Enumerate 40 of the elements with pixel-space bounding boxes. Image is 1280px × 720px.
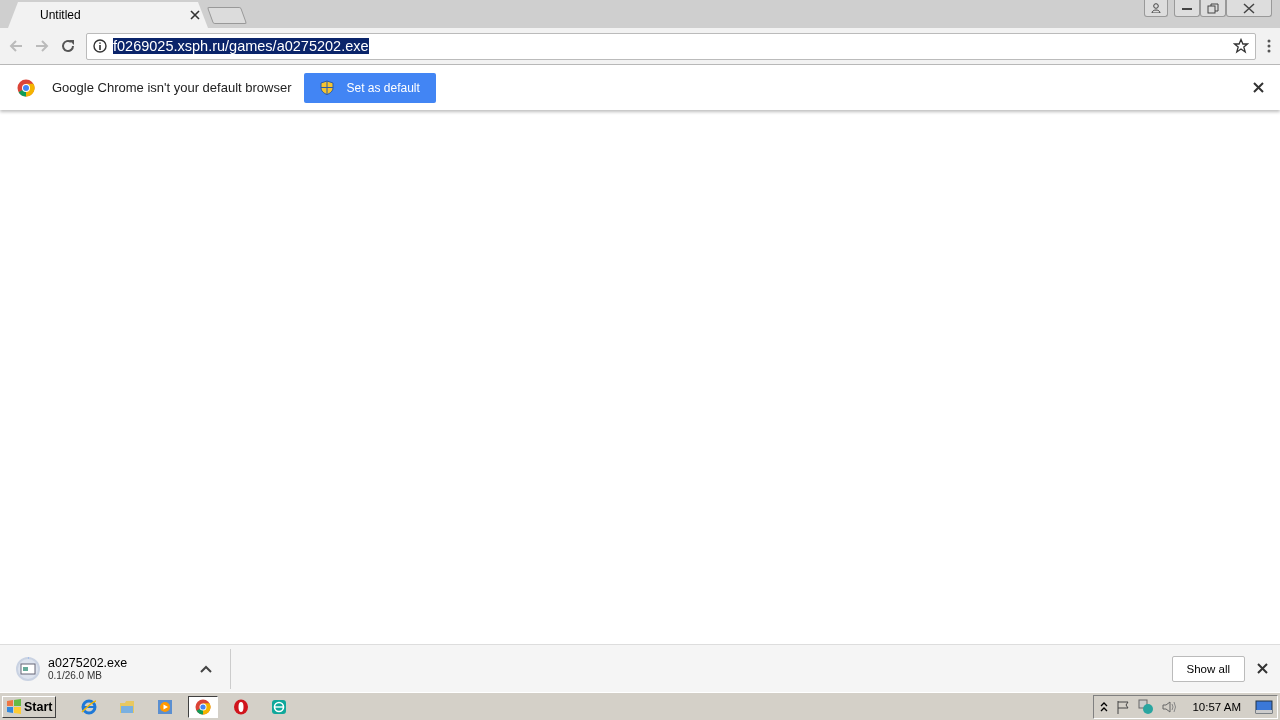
url-text: f0269025.xsph.ru/games/a0275202.exe xyxy=(113,38,369,54)
person-icon xyxy=(1151,3,1161,13)
file-icon xyxy=(16,656,40,681)
close-icon[interactable] xyxy=(190,10,200,20)
clock[interactable]: 10:57 AM xyxy=(1192,700,1241,713)
media-player-icon xyxy=(157,698,174,715)
ie-icon xyxy=(81,698,98,715)
close-icon[interactable] xyxy=(1257,663,1268,674)
chevron-up-icon[interactable] xyxy=(200,664,212,673)
windows-logo-icon xyxy=(6,698,22,715)
desktop-icon[interactable] xyxy=(1255,699,1273,714)
infobar-message: Google Chrome isn't your default browser xyxy=(52,80,292,95)
browser-tab[interactable]: Untitled xyxy=(8,2,208,28)
eset-icon xyxy=(271,698,288,715)
address-bar[interactable]: f0269025.xsph.ru/games/a0275202.exe xyxy=(86,32,1256,60)
opera-icon xyxy=(233,698,250,715)
chrome-logo-icon xyxy=(17,78,35,97)
star-icon[interactable] xyxy=(1233,38,1249,54)
folder-icon xyxy=(119,698,136,715)
close-icon xyxy=(1243,2,1255,14)
chrome-icon xyxy=(195,698,212,715)
flag-icon[interactable] xyxy=(1116,699,1131,714)
chevron-up-icon[interactable] xyxy=(1100,701,1109,712)
speaker-icon[interactable] xyxy=(1162,699,1179,714)
download-progress: 0.1/26.0 MB xyxy=(48,670,103,681)
minimize-button[interactable] xyxy=(1174,0,1200,17)
reload-icon[interactable] xyxy=(60,38,76,54)
close-icon[interactable] xyxy=(1253,82,1264,93)
shield-icon xyxy=(320,80,335,95)
restore-icon xyxy=(1207,2,1219,14)
profile-button[interactable] xyxy=(1144,0,1168,17)
download-filename[interactable]: a0275202.exe xyxy=(48,656,192,670)
set-default-button[interactable]: Set as default xyxy=(304,72,436,103)
taskbar-button[interactable] xyxy=(188,695,219,718)
restore-button[interactable] xyxy=(1200,0,1226,17)
show-all-button[interactable]: Show all xyxy=(1171,655,1245,682)
info-icon xyxy=(93,39,107,53)
start-button[interactable]: Start xyxy=(2,695,57,718)
close-window-button[interactable] xyxy=(1226,0,1272,17)
menu-icon[interactable] xyxy=(1266,38,1272,54)
